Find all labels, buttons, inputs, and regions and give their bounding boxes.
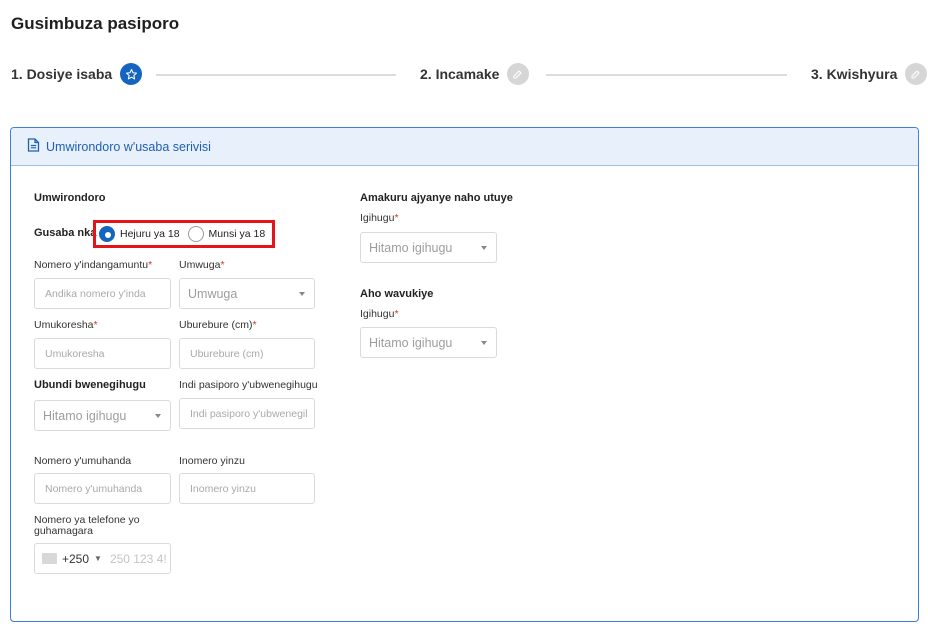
phone-country-code[interactable]: +250 [62, 552, 89, 566]
radio-over-18-label: Hejuru ya 18 [120, 228, 180, 240]
radio-circle-checked[interactable] [99, 226, 115, 242]
other-passport-input[interactable]: Indi pasiporo y'ubwenegil [179, 398, 315, 429]
gender-label: Umwuga* [179, 259, 225, 271]
step-2[interactable]: 2. Incamake [420, 63, 530, 85]
phone-placeholder: 250 123 4! [109, 551, 167, 566]
chevron-down-icon [299, 292, 305, 296]
chevron-down-icon [481, 341, 487, 345]
flag-icon [42, 553, 57, 564]
radio-over-18[interactable]: Hejuru ya 18 [99, 226, 180, 242]
step-connector-2 [546, 74, 787, 76]
step-1-label: 1. Dosiye isaba [11, 66, 113, 82]
radio-under-18[interactable]: Munsi ya 18 [187, 226, 266, 242]
id-number-label: Nomero y'indangamuntu* [34, 259, 153, 271]
road-number-input[interactable]: Nomero y'umuhanda [34, 473, 171, 504]
step-3-label: 3. Kwishyura [811, 66, 898, 82]
employer-input[interactable]: Umukoresha [34, 338, 171, 369]
residence-country-value: Hitamo igihugu [369, 240, 453, 255]
birth-country-label: Igihugu* [360, 308, 399, 320]
gender-select-value: Umwuga [188, 286, 238, 301]
step-3[interactable]: 3. Kwishyura [811, 63, 928, 85]
employer-label: Umukoresha* [34, 319, 98, 331]
step-2-label: 2. Incamake [420, 66, 500, 82]
other-nationality-value: Hitamo igihugu [43, 408, 127, 423]
house-number-label: Inomero yinzu [179, 455, 245, 467]
panel-header-title: Umwirondoro w'usaba serivisi [46, 139, 211, 154]
other-nationality-label: Ubundi bwenegihugu [34, 379, 146, 391]
house-number-input[interactable]: Inomero yinzu [179, 473, 315, 504]
chevron-down-icon [155, 414, 161, 418]
applicant-panel: Umwirondoro w'usaba serivisi Umwirondoro… [10, 127, 919, 622]
residence-country-label: Igihugu* [360, 212, 399, 224]
phone-input[interactable]: +250 ▼ 250 123 4! [34, 543, 171, 574]
birth-country-select[interactable]: Hitamo igihugu [360, 327, 497, 358]
id-number-input[interactable]: Andika nomero y'inda [34, 278, 171, 309]
page-title: Gusimbuza pasiporo [11, 14, 180, 33]
section-title-birthplace: Aho wavukiye [360, 288, 434, 300]
gender-select[interactable]: Umwuga [179, 278, 315, 309]
road-number-label: Nomero y'umuhanda [34, 455, 132, 467]
chevron-down-icon [481, 246, 487, 250]
height-input[interactable]: Uburebure (cm) [179, 338, 315, 369]
phone-label: Nomero ya telefone yo guhamagara [34, 514, 140, 537]
panel-header: Umwirondoro w'usaba serivisi [11, 128, 918, 166]
age-radio-group: Hejuru ya 18 Munsi ya 18 [93, 220, 275, 248]
radio-under-18-label: Munsi ya 18 [208, 228, 266, 240]
other-passport-label: Indi pasiporo y'ubwenegihugu [179, 379, 318, 391]
star-icon [120, 63, 143, 85]
chevron-down-icon: ▼ [94, 554, 102, 563]
height-label: Uburebure (cm)* [179, 319, 257, 331]
step-connector-1 [156, 74, 396, 76]
section-title-identity: Umwirondoro [34, 192, 106, 204]
birth-country-value: Hitamo igihugu [369, 335, 453, 350]
radio-circle[interactable] [187, 226, 204, 242]
edit-icon [905, 63, 928, 85]
section-title-residence: Amakuru ajyanye naho utuye [360, 192, 513, 204]
other-nationality-select[interactable]: Hitamo igihugu [34, 400, 171, 431]
residence-country-select[interactable]: Hitamo igihugu [360, 232, 497, 263]
step-1[interactable]: 1. Dosiye isaba [11, 63, 143, 85]
document-icon [27, 138, 40, 155]
edit-icon [507, 63, 530, 85]
age-label: Gusaba nka [34, 227, 97, 239]
